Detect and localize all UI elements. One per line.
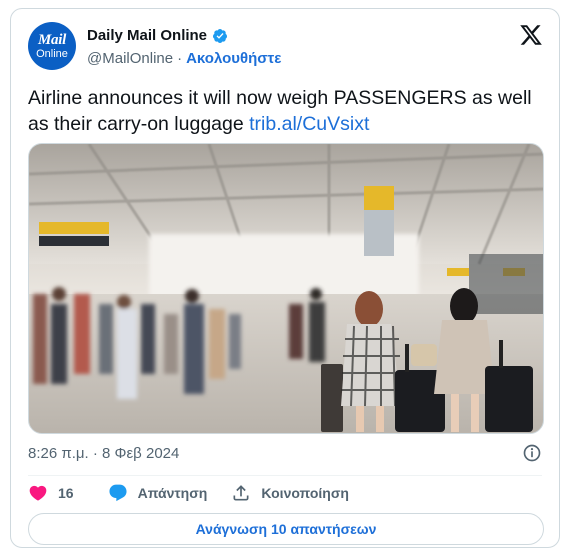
author-handle[interactable]: @MailOnline	[87, 50, 173, 67]
reply-bubble-icon	[109, 484, 127, 502]
heart-icon	[29, 485, 47, 501]
reply-button[interactable]: Απάντηση	[108, 483, 208, 503]
airport-terminal-photo	[29, 144, 543, 433]
avatar-text-line1: Mail	[38, 31, 66, 48]
read-replies-label: Ανάγνωση 10 απαντήσεων	[195, 521, 377, 537]
share-icon	[233, 485, 249, 501]
like-count: 16	[58, 485, 74, 501]
author-name[interactable]: Daily Mail Online	[87, 27, 207, 44]
tweet-media-image[interactable]	[28, 143, 544, 434]
author-name-row: Daily Mail Online	[87, 27, 228, 44]
avatar[interactable]: Mail Online	[28, 22, 76, 70]
tweet-timestamp[interactable]: 8:26 π.μ. · 8 Φεβ 2024	[28, 445, 179, 462]
author-handle-row: @MailOnline · Ακολουθήστε	[87, 50, 281, 67]
like-button[interactable]: 16	[28, 483, 74, 503]
x-logo-icon[interactable]	[519, 23, 543, 47]
tweet-text: Airline announces it will now weigh PASS…	[28, 85, 548, 137]
separator-dot: ·	[177, 50, 183, 67]
info-icon[interactable]	[522, 443, 542, 463]
divider	[28, 475, 542, 476]
share-button[interactable]: Κοινοποίηση	[231, 483, 349, 503]
tweet-link[interactable]: trib.al/CuVsixt	[249, 113, 369, 135]
read-replies-button[interactable]: Ανάγνωση 10 απαντήσεων	[28, 513, 544, 545]
reply-label: Απάντηση	[137, 485, 208, 501]
avatar-text-line2: Online	[36, 47, 68, 60]
action-bar: 16 Απάντηση Κοινοποίηση	[28, 483, 373, 503]
verified-badge-icon	[213, 28, 228, 43]
follow-button[interactable]: Ακολουθήστε	[186, 50, 281, 67]
tweet-card: Mail Online Daily Mail Online @MailOnlin…	[10, 8, 560, 548]
share-label: Κοινοποίηση	[261, 485, 349, 501]
